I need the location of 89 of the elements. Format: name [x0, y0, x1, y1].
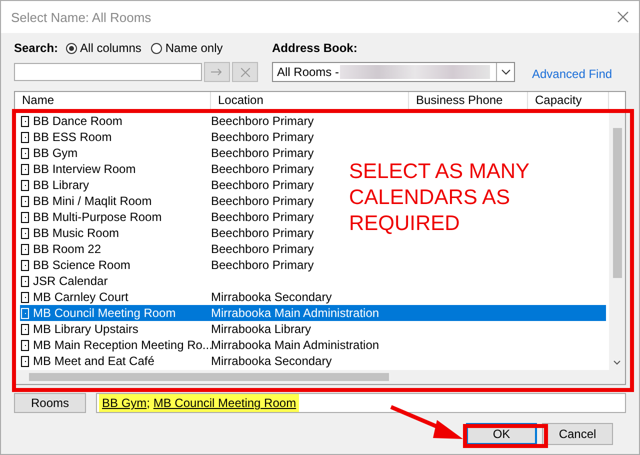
list-row[interactable]: MB Library Upstairs Mirrabooka Library [20, 321, 312, 337]
room-name: MB Carnley Court [33, 290, 130, 304]
column-header[interactable]: Capacity [528, 92, 609, 109]
room-location: Beechboro Primary [211, 114, 314, 128]
window-title: Select Name: All Rooms [11, 10, 152, 24]
search-field[interactable] [14, 63, 202, 81]
list-row[interactable]: BB Music Room Beechboro Primary [20, 225, 314, 241]
room-icon [21, 260, 29, 270]
list-row[interactable]: BB Mini / Maqlit Room Beechboro Primary [20, 193, 314, 209]
room-location: Mirrabooka Secondary [211, 290, 332, 304]
room-location: Mirrabooka Main Administration [211, 338, 380, 352]
room-location: Mirrabooka Main Administration [211, 306, 380, 320]
list-row[interactable]: MB Council Meeting Room Mirrabooka Main Administration [20, 305, 606, 321]
address-book-dropdown[interactable]: All Rooms - [272, 62, 515, 82]
room-name: MB Main Reception Meeting Ro... [33, 338, 211, 352]
close-icon [240, 68, 250, 76]
room-name: MB Library Upstairs [33, 322, 140, 336]
horizontal-scrollbar[interactable] [15, 370, 625, 384]
chevron-down-icon[interactable] [613, 360, 621, 366]
room-icon [21, 228, 29, 238]
room-icon [21, 148, 29, 158]
address-book-label: Address Book: [272, 41, 358, 55]
room-location: Beechboro Primary [211, 130, 314, 144]
room-name: BB Gym [33, 146, 79, 160]
room-name: MB Meet and Eat Café [33, 354, 156, 368]
list-row[interactable]: BB Library Beechboro Primary [20, 177, 314, 193]
room-icon [21, 244, 29, 254]
rooms-button[interactable]: Rooms [14, 393, 86, 413]
selected-names: BB Gym; MB Council Meeting Room [99, 394, 300, 412]
room-location: Mirrabooka Library [211, 322, 312, 336]
advanced-find-link[interactable]: Advanced Find [532, 67, 612, 82]
room-name: BB Music Room [33, 226, 120, 240]
room-name: MB Council Meeting Room [33, 306, 177, 320]
column-header[interactable]: Name [15, 92, 211, 109]
instruction-note: SELECT AS MANY CALENDARS AS REQUIRED [349, 159, 530, 237]
room-name: BB Science Room [33, 258, 132, 272]
dialog-button[interactable]: Cancel [542, 423, 613, 445]
rooms-field[interactable]: BB Gym; MB Council Meeting Room [96, 393, 626, 413]
column-header[interactable]: Location [211, 92, 409, 109]
room-location: Beechboro Primary [211, 162, 314, 176]
list-row[interactable]: MB Meet and Eat Café Mirrabooka Secondary [20, 353, 332, 369]
room-location: Beechboro Primary [211, 226, 314, 240]
room-icon [21, 116, 29, 126]
room-icon [21, 132, 29, 142]
close-icon[interactable] [617, 11, 629, 23]
room-location: Beechboro Primary [211, 210, 314, 224]
room-name: BB Interview Room [33, 162, 137, 176]
room-icon [21, 164, 29, 174]
list-row[interactable]: BB Dance Room Beechboro Primary [20, 113, 314, 129]
room-name: BB Multi-Purpose Room [33, 210, 163, 224]
room-icon [21, 276, 29, 286]
room-icon [21, 292, 29, 302]
list-row[interactable]: MB Carnley Court Mirrabooka Secondary [20, 289, 332, 305]
list-row[interactable]: BB Room 22 Beechboro Primary [20, 241, 314, 257]
room-name: BB Dance Room [33, 114, 124, 128]
room-icon [21, 324, 29, 334]
list-row[interactable]: BB Gym Beechboro Primary [20, 145, 314, 161]
vertical-scrollbar[interactable] [609, 110, 625, 370]
list-row[interactable]: JSR Calendar [20, 273, 211, 289]
room-name: BB Library [33, 178, 90, 192]
room-icon [21, 212, 29, 222]
radio-label: Name only [165, 41, 223, 55]
list-row[interactable]: BB Interview Room Beechboro Primary [20, 161, 314, 177]
arrow-right-icon [211, 68, 223, 76]
radio-button[interactable] [151, 42, 162, 54]
list-row[interactable]: BB ESS Room Beechboro Primary [20, 129, 314, 145]
room-name: BB Room 22 [33, 242, 102, 256]
list-row[interactable]: MB Main Reception Meeting Ro...Mirrabooka Main Administration [20, 337, 380, 353]
room-icon [21, 180, 29, 190]
list-row[interactable]: BB Multi-Purpose Room Beechboro Primary [20, 209, 314, 225]
radio-button[interactable] [66, 42, 78, 54]
chevron-down-icon [500, 69, 510, 75]
room-location: Beechboro Primary [211, 258, 314, 272]
room-location: Beechboro Primary [211, 178, 314, 192]
column-header[interactable]: Business Phone [409, 92, 528, 109]
room-icon [21, 308, 29, 318]
room-location: Beechboro Primary [211, 242, 314, 256]
room-location: Beechboro Primary [211, 194, 314, 208]
room-icon [21, 340, 29, 350]
room-name: JSR Calendar [33, 274, 109, 288]
room-name: BB ESS Room [33, 130, 113, 144]
search-label: Search: [14, 41, 58, 55]
room-name: BB Mini / Maqlit Room [33, 194, 153, 208]
room-location: Beechboro Primary [211, 146, 314, 160]
room-icon [21, 356, 29, 366]
radio-label: All columns [80, 41, 142, 55]
list-row[interactable]: BB Science Room Beechboro Primary [20, 257, 314, 273]
room-icon [21, 196, 29, 206]
room-location: Mirrabooka Secondary [211, 354, 332, 368]
